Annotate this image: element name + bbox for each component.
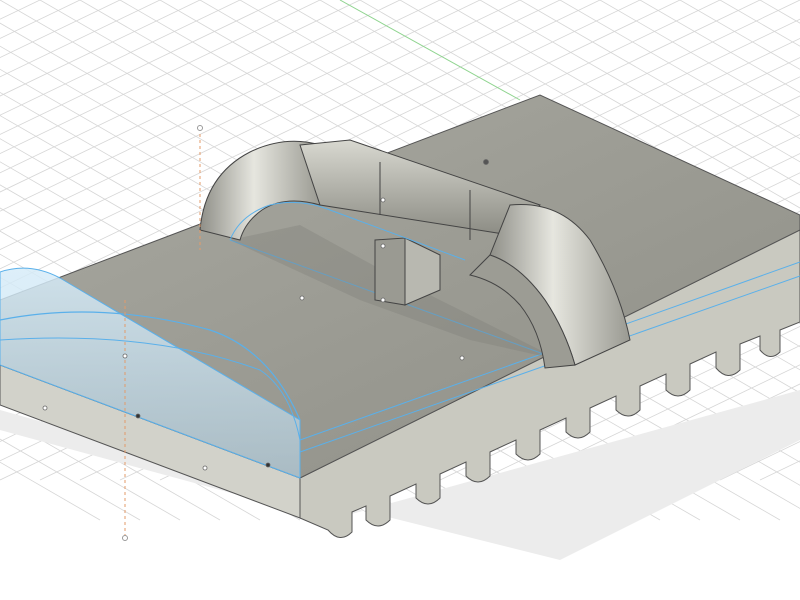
viewport-canvas[interactable]: [0, 0, 800, 600]
handle-support-post: [374, 237, 406, 306]
axis-endpoint-lower[interactable]: [122, 535, 128, 541]
3d-viewport[interactable]: [0, 0, 800, 600]
axis-endpoint[interactable]: [197, 125, 203, 131]
